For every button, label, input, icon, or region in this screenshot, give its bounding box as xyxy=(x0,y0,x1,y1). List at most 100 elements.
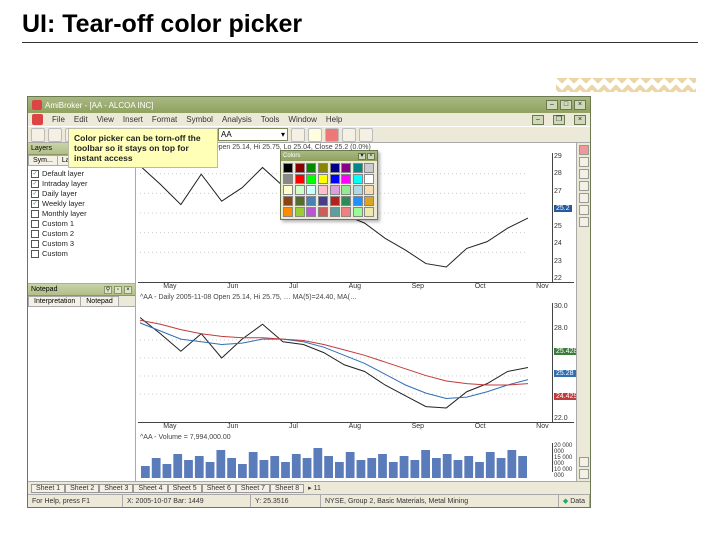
checkbox-icon[interactable] xyxy=(31,170,39,178)
color-swatch[interactable] xyxy=(353,207,363,217)
sheet-tab[interactable]: Sheet 2 xyxy=(65,484,99,493)
color-swatch[interactable] xyxy=(353,163,363,173)
checkbox-icon[interactable] xyxy=(31,180,39,188)
menu-format[interactable]: Format xyxy=(152,115,177,124)
color-swatch[interactable] xyxy=(341,185,351,195)
color-picker-window[interactable]: Colors ▾× xyxy=(280,150,378,220)
layer-item[interactable]: Custom 1 xyxy=(31,219,132,228)
child-min-button[interactable]: – xyxy=(532,115,544,125)
maximize-button[interactable]: □ xyxy=(560,100,572,110)
color-swatch[interactable] xyxy=(364,174,374,184)
pin-icon[interactable]: ⚲ xyxy=(104,286,112,294)
color-swatch[interactable] xyxy=(306,174,316,184)
tool-new-icon[interactable] xyxy=(31,128,45,142)
layer-item[interactable]: Monthly layer xyxy=(31,209,132,218)
color-swatch[interactable] xyxy=(353,185,363,195)
color-close-icon[interactable]: × xyxy=(367,153,375,160)
checkbox-icon[interactable] xyxy=(31,190,39,198)
color-swatch[interactable] xyxy=(306,207,316,217)
color-swatch[interactable] xyxy=(283,163,293,173)
checkbox-icon[interactable] xyxy=(31,240,39,248)
rtool-cursor-icon[interactable] xyxy=(579,145,589,155)
color-swatch[interactable] xyxy=(306,196,316,206)
sheet-tab[interactable]: Sheet 5 xyxy=(168,484,202,493)
color-swatch[interactable] xyxy=(341,207,351,217)
checkbox-icon[interactable] xyxy=(31,210,39,218)
color-picker-titlebar[interactable]: Colors ▾× xyxy=(281,151,377,161)
color-swatch[interactable] xyxy=(295,163,305,173)
color-swatch[interactable] xyxy=(283,174,293,184)
sheet-tab[interactable]: Sheet 7 xyxy=(236,484,270,493)
close-button[interactable]: × xyxy=(574,100,586,110)
color-swatch[interactable] xyxy=(306,163,316,173)
tool-text-icon[interactable] xyxy=(359,128,373,142)
checkbox-icon[interactable] xyxy=(31,250,39,258)
color-swatch[interactable] xyxy=(364,185,374,195)
menu-help[interactable]: Help xyxy=(326,115,342,124)
menu-view[interactable]: View xyxy=(97,115,114,124)
color-swatch[interactable] xyxy=(318,196,328,206)
menu-tools[interactable]: Tools xyxy=(261,115,280,124)
dock-icon[interactable]: ▫ xyxy=(114,286,122,294)
chart-mid[interactable]: ^AA - Daily 2005-11-08 Open 25.14, Hi 25… xyxy=(138,293,574,431)
chart-volume[interactable]: ^AA - Volume = 7,994,000.00 20 000 00015… xyxy=(138,433,574,481)
minimize-button[interactable]: – xyxy=(546,100,558,110)
layer-item[interactable]: Default layer xyxy=(31,169,132,178)
color-swatch[interactable] xyxy=(306,185,316,195)
layer-item[interactable]: Custom xyxy=(31,249,132,258)
color-swatch[interactable] xyxy=(318,163,328,173)
color-swatch[interactable] xyxy=(364,196,374,206)
color-swatch[interactable] xyxy=(318,207,328,217)
tab-notepad[interactable]: Notepad xyxy=(80,296,118,306)
menu-analysis[interactable]: Analysis xyxy=(222,115,252,124)
tab-symbols[interactable]: Sym... xyxy=(28,155,58,165)
rtool-more-icon[interactable] xyxy=(579,457,589,467)
sheet-tab[interactable]: Sheet 1 xyxy=(31,484,65,493)
tab-interpretation[interactable]: Interpretation xyxy=(28,296,81,306)
sheet-tab[interactable]: Sheet 3 xyxy=(99,484,133,493)
symbol-combo[interactable]: AA▾ xyxy=(218,128,288,141)
color-swatch[interactable] xyxy=(341,163,351,173)
color-swatch[interactable] xyxy=(330,174,340,184)
color-swatch[interactable] xyxy=(353,174,363,184)
color-swatch[interactable] xyxy=(330,185,340,195)
color-swatch[interactable] xyxy=(318,174,328,184)
color-swatch[interactable] xyxy=(341,174,351,184)
color-swatch[interactable] xyxy=(295,207,305,217)
tool-zoom-icon[interactable] xyxy=(291,128,305,142)
checkbox-icon[interactable] xyxy=(31,200,39,208)
rtool-range-icon[interactable] xyxy=(579,217,589,227)
child-restore-button[interactable]: ❐ xyxy=(553,115,565,125)
checkbox-icon[interactable] xyxy=(31,230,39,238)
checkbox-icon[interactable] xyxy=(31,220,39,228)
tool-line-icon[interactable] xyxy=(342,128,356,142)
color-swatch[interactable] xyxy=(283,207,293,217)
menu-edit[interactable]: Edit xyxy=(74,115,88,124)
color-swatch[interactable] xyxy=(330,207,340,217)
menu-file[interactable]: File xyxy=(52,115,65,124)
color-swatch[interactable] xyxy=(330,196,340,206)
color-swatch[interactable] xyxy=(295,174,305,184)
rtool-zoom-icon[interactable] xyxy=(579,193,589,203)
menu-insert[interactable]: Insert xyxy=(123,115,143,124)
color-swatch[interactable] xyxy=(364,207,374,217)
rtool-fav-icon[interactable] xyxy=(579,469,589,479)
layer-item[interactable]: Custom 3 xyxy=(31,239,132,248)
child-close-button[interactable]: × xyxy=(574,115,586,125)
rtool-hand-icon[interactable] xyxy=(579,205,589,215)
tool-color-icon[interactable] xyxy=(325,128,339,142)
color-swatch[interactable] xyxy=(283,185,293,195)
sheet-tab[interactable]: Sheet 6 xyxy=(202,484,236,493)
tool-open-icon[interactable] xyxy=(48,128,62,142)
close-panel-icon[interactable]: × xyxy=(124,286,132,294)
layer-item[interactable]: Intraday layer xyxy=(31,179,132,188)
color-swatch[interactable] xyxy=(295,196,305,206)
color-swatch[interactable] xyxy=(364,163,374,173)
rtool-text-icon[interactable] xyxy=(579,181,589,191)
color-swatch[interactable] xyxy=(295,185,305,195)
color-dock-icon[interactable]: ▾ xyxy=(358,153,366,160)
rtool-crosshair-icon[interactable] xyxy=(579,157,589,167)
layer-item[interactable]: Custom 2 xyxy=(31,229,132,238)
color-swatch[interactable] xyxy=(341,196,351,206)
menu-window[interactable]: Window xyxy=(288,115,316,124)
